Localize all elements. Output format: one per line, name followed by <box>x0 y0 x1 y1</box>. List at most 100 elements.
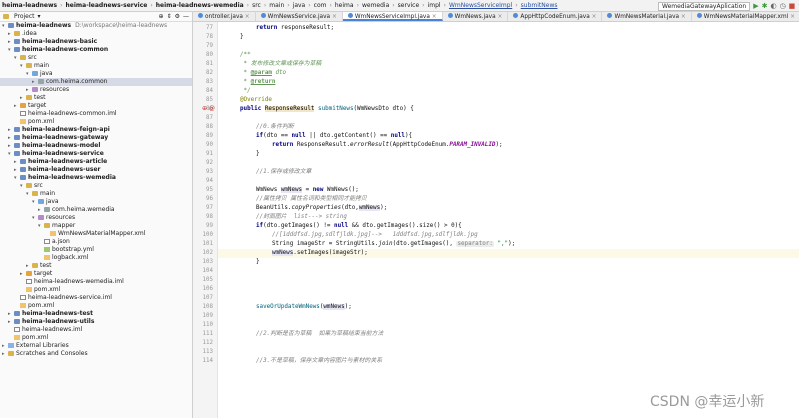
xml-icon <box>20 302 26 308</box>
tree-item[interactable]: a.json <box>0 238 192 246</box>
debug-icon[interactable]: ✱ <box>762 2 768 10</box>
tree-item[interactable]: ▾ heima-leadnews-service <box>0 150 192 158</box>
tree-item[interactable]: ▾ main <box>0 190 192 198</box>
tree-item-label: target <box>28 102 47 109</box>
pkg-icon <box>44 206 50 212</box>
run-icon[interactable]: ▶ <box>753 2 758 10</box>
breadcrumb-item[interactable]: heima-leadnews <box>0 2 59 9</box>
tree-item[interactable]: ▸ heima-leadnews-test <box>0 310 192 318</box>
tree-item[interactable]: WmNewsMaterialMapper.xml <box>0 230 192 238</box>
breadcrumb-item[interactable]: main <box>267 2 286 9</box>
tree-item[interactable]: ▸ target <box>0 270 192 278</box>
tree-item-label: logback.xml <box>52 254 89 261</box>
tree-item[interactable]: heima-leadnews.iml <box>0 326 192 334</box>
breadcrumb-item[interactable]: heima-leadnews-service <box>64 2 150 9</box>
tree-item[interactable]: ▾ resources <box>0 214 192 222</box>
breadcrumb-item[interactable]: wemedia <box>360 2 391 9</box>
tree-item[interactable]: ▾ src <box>0 182 192 190</box>
editor-tab[interactable]: WmNews.java × <box>443 12 509 21</box>
tree-item[interactable]: ▸ resources <box>0 86 192 94</box>
chevron-down-icon[interactable]: ▾ <box>38 13 41 20</box>
close-icon[interactable]: × <box>496 14 502 20</box>
tree-item[interactable]: ▾ java <box>0 70 192 78</box>
tree-item[interactable]: ▾ src <box>0 54 192 62</box>
tree-item[interactable]: ▸ heima-leadnews-article <box>0 158 192 166</box>
breadcrumb-item[interactable]: heima-leadnews-wemedia <box>154 2 246 9</box>
tree-item[interactable]: bootstrap.yml <box>0 246 192 254</box>
project-panel: Project ▾ ⊕ ⇕ ⚙ — ▾ heima-leadnews D:\work… <box>0 12 193 418</box>
tree-item[interactable]: ▸ heima-leadnews-utils <box>0 318 192 326</box>
close-icon[interactable]: × <box>330 14 337 20</box>
line-number: 107 <box>202 295 213 301</box>
tree-item-label: resources <box>46 214 76 221</box>
tree-item[interactable]: pom.xml <box>0 302 192 310</box>
close-icon[interactable]: × <box>788 14 795 20</box>
tree-item[interactable]: ▾ heima-leadnews-wemedia <box>0 174 192 182</box>
code-token: WmNews <box>256 187 281 193</box>
tree-item[interactable]: heima-leadnews-common.iml <box>0 110 192 118</box>
breadcrumb-item[interactable]: com <box>312 2 329 9</box>
project-panel-title[interactable]: Project <box>14 13 35 20</box>
editor-tab[interactable]: WmNewsService.java × <box>256 12 343 21</box>
tree-item[interactable]: ▸ target <box>0 102 192 110</box>
breadcrumb-item[interactable]: impl <box>426 2 443 9</box>
tree-item[interactable]: heima-leadnews-service.iml <box>0 294 192 302</box>
tree-item[interactable]: ▸ Scratches and Consoles <box>0 350 192 358</box>
breadcrumb-item[interactable]: java <box>291 2 308 9</box>
close-icon[interactable]: × <box>243 14 250 20</box>
breadcrumb-item[interactable]: src <box>250 2 263 9</box>
tree-item[interactable]: heima-leadnews-wemedia.iml <box>0 278 192 286</box>
file-icon <box>20 110 26 116</box>
toolbar: WemediaGatewayAplication ▶ ✱ ◐ ◷ ■ ⚒ ⌕ <box>658 1 799 11</box>
breadcrumb-item[interactable]: heima <box>333 2 356 9</box>
tree-item-label: WmNewsMaterialMapper.xml <box>58 230 146 237</box>
run-config-select[interactable]: WemediaGatewayAplication <box>658 1 751 11</box>
override-gutter-icon[interactable]: ⊕ @ <box>202 105 215 112</box>
xml-icon <box>26 286 32 292</box>
folder-icon <box>26 94 32 100</box>
profile-icon[interactable]: ◷ <box>780 2 786 10</box>
coverage-icon[interactable]: ◐ <box>770 2 776 10</box>
tree-item[interactable]: ▸ test <box>0 94 192 102</box>
breadcrumb-item[interactable]: service <box>396 2 422 9</box>
tree-item[interactable]: logback.xml <box>0 254 192 262</box>
tree-item[interactable]: ▸ heima-leadnews-gateway <box>0 134 192 142</box>
stop-icon[interactable]: ■ <box>789 2 796 10</box>
gear-icon[interactable]: ⚙ <box>175 13 180 20</box>
breadcrumb-item[interactable]: WmNewsServiceImpl <box>447 2 514 9</box>
tree-item[interactable]: ▸ com.heima.wemedia <box>0 206 192 214</box>
line-number: 103 <box>202 259 213 265</box>
close-icon[interactable]: × <box>679 14 686 20</box>
tree-item[interactable]: ▾ java <box>0 198 192 206</box>
tree-item[interactable]: ▸ heima-leadnews-feign-api <box>0 126 192 134</box>
tree-item[interactable]: ▾ mapper <box>0 222 192 230</box>
target-icon <box>20 102 26 108</box>
tree-item[interactable]: pom.xml <box>0 118 192 126</box>
breadcrumb-item[interactable]: submitNews <box>519 2 560 9</box>
code-token: null <box>334 223 349 229</box>
tree-item[interactable]: ▸ com.heima.common <box>0 78 192 86</box>
close-icon[interactable]: × <box>430 14 437 20</box>
code-line: * @param dto <box>240 69 287 78</box>
tree-item[interactable]: ▸ .idea <box>0 30 192 38</box>
close-icon[interactable]: × <box>590 14 597 20</box>
tree-item[interactable]: pom.xml <box>0 286 192 294</box>
editor-tab[interactable]: WmNewsServiceImpl.java × <box>342 12 443 21</box>
editor-tab[interactable]: ontroller.java × <box>193 12 256 21</box>
tree-item[interactable]: ▸ heima-leadnews-user <box>0 166 192 174</box>
tree-item[interactable]: ▾ heima-leadnews D:\workspace\heima-leadne… <box>0 22 192 30</box>
collapse-icon[interactable]: ⇕ <box>167 13 172 20</box>
locate-icon[interactable]: ⊕ <box>159 13 164 20</box>
tree-item[interactable]: ▸ test <box>0 262 192 270</box>
tree-item[interactable]: ▸ heima-leadnews-model <box>0 142 192 150</box>
tree-item[interactable]: ▾ heima-leadnews-common <box>0 46 192 54</box>
tree-item[interactable]: ▸ heima-leadnews-basic <box>0 38 192 46</box>
tree-item[interactable]: ▸ External Libraries <box>0 342 192 350</box>
tree-item[interactable]: ▾ main <box>0 62 192 70</box>
code-editor[interactable]: return responseResult;} /** * 发布修改文章或保存为草… <box>218 22 799 418</box>
editor-tab[interactable]: AppHttpCodeEnum.java × <box>508 12 603 21</box>
editor-tab[interactable]: WmNewsMaterialMapper.xml × <box>692 12 799 21</box>
minimize-icon[interactable]: — <box>183 13 189 20</box>
editor-tab[interactable]: WmNewsMaterial.java × <box>602 12 692 21</box>
tree-item[interactable]: pom.xml <box>0 334 192 342</box>
